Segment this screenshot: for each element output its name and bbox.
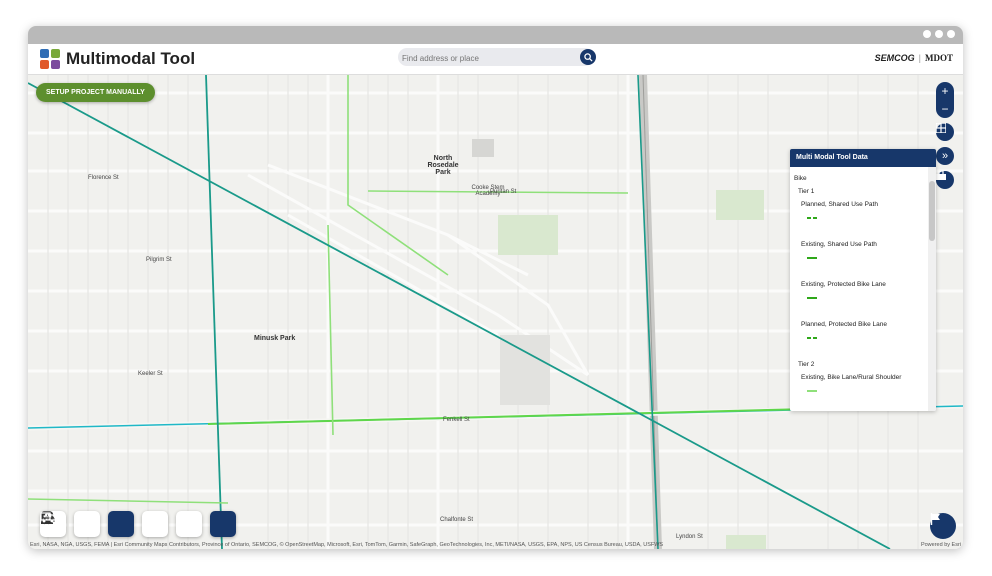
map-label-street: Florence St xyxy=(88,175,119,181)
legend-tier: Tier 1 xyxy=(798,188,815,195)
grid-icon xyxy=(936,123,946,133)
bike-mode-button[interactable] xyxy=(40,511,134,537)
window-dot[interactable] xyxy=(935,30,943,38)
window-dot[interactable] xyxy=(923,30,931,38)
app-header: Multimodal Tool SEMCOG | MDOT xyxy=(28,44,963,75)
legend-item-label: Existing, Shared Use Path xyxy=(801,241,877,248)
app-window: Multimodal Tool SEMCOG | MDOT xyxy=(28,26,963,549)
bus-mode-button[interactable] xyxy=(41,511,168,537)
map-label-street: Puritan St xyxy=(490,189,517,195)
zoom-control[interactable]: + − xyxy=(936,82,954,118)
legend-item-label: Planned, Shared Use Path xyxy=(801,201,878,208)
panel-content[interactable]: Bike Tier 1 Planned, Shared Use Path Exi… xyxy=(790,167,928,411)
legend-swatch xyxy=(807,390,817,392)
legend-item: Existing, Bike Lane/Rural Shoulder xyxy=(801,374,928,408)
search-input[interactable] xyxy=(398,49,572,68)
map-label-street: Pilgrim St xyxy=(146,257,172,263)
collapse-panel-button[interactable]: » xyxy=(936,147,954,165)
search-icon xyxy=(583,52,593,62)
legend-swatch xyxy=(807,257,817,259)
app-logo-icon xyxy=(40,49,60,69)
zoom-out-button[interactable]: − xyxy=(936,100,954,118)
scrollbar-thumb[interactable] xyxy=(929,181,935,241)
search-button[interactable] xyxy=(580,49,596,65)
layers-button[interactable] xyxy=(936,171,954,189)
legend-item: Planned, Protected Bike Lane xyxy=(801,321,928,355)
legend-item-label: Existing, Protected Bike Lane xyxy=(801,281,886,288)
legend-tier: Tier 2 xyxy=(798,361,815,368)
toolbox-icon xyxy=(936,171,946,180)
map-label-park-2: Minusk Park xyxy=(254,335,296,342)
mdot-logo: MDOT xyxy=(925,53,953,63)
double-chevron-icon: » xyxy=(941,150,949,162)
report-button[interactable] xyxy=(930,513,956,539)
search-box[interactable] xyxy=(398,48,596,68)
map-label-street: Lyndon St xyxy=(676,534,703,540)
legend-item: Planned, Shared Use Path xyxy=(801,201,928,235)
map-attribution: Esri, NASA, NGA, USGS, FEMA | Esri Commu… xyxy=(30,542,664,548)
partner-logos: SEMCOG | MDOT xyxy=(874,53,953,63)
legend-item-label: Existing, Bike Lane/Rural Shoulder xyxy=(801,374,902,381)
panel-title: Multi Modal Tool Data xyxy=(790,149,936,167)
legend-item: Existing, Protected Bike Lane xyxy=(801,281,928,315)
data-panel: Multi Modal Tool Data Bike Tier 1 Planne… xyxy=(790,149,936,411)
setup-project-button[interactable]: SETUP PROJECT MANUALLY xyxy=(36,83,155,102)
map-label-street: Keeler St xyxy=(138,371,163,377)
car-mode-button[interactable] xyxy=(41,511,202,537)
semcog-logo: SEMCOG xyxy=(874,53,915,63)
legend-swatch xyxy=(807,297,817,299)
legend-section: Bike xyxy=(794,175,807,182)
truck-icon xyxy=(40,512,56,523)
legend-item: Existing, Shared Use Path xyxy=(801,241,928,275)
map-label-street: Chalfonte St xyxy=(440,517,474,523)
panel-scrollbar[interactable] xyxy=(928,167,936,411)
pedestrian-mode-button[interactable] xyxy=(43,511,100,537)
window-chrome xyxy=(28,26,963,44)
map-label-park: North Rosedale Park xyxy=(427,155,459,176)
legend-swatch xyxy=(807,337,817,339)
map-label-street: Fenkell St xyxy=(443,417,470,423)
truck-mode-button[interactable] xyxy=(40,511,236,537)
legend-item-label: Planned, Protected Bike Lane xyxy=(801,321,888,328)
powered-by[interactable]: Powered by Esri xyxy=(921,542,961,548)
window-dot[interactable] xyxy=(947,30,955,38)
map-view[interactable]: North Rosedale Park Cooke Stem Academy M… xyxy=(28,75,963,549)
flag-icon xyxy=(930,513,940,525)
basemap-button[interactable] xyxy=(936,123,954,141)
mode-toolbar xyxy=(40,511,236,537)
window-controls xyxy=(923,30,955,38)
zoom-in-button[interactable]: + xyxy=(936,82,954,100)
legend-swatch xyxy=(807,217,817,219)
app-title: Multimodal Tool xyxy=(66,49,196,68)
